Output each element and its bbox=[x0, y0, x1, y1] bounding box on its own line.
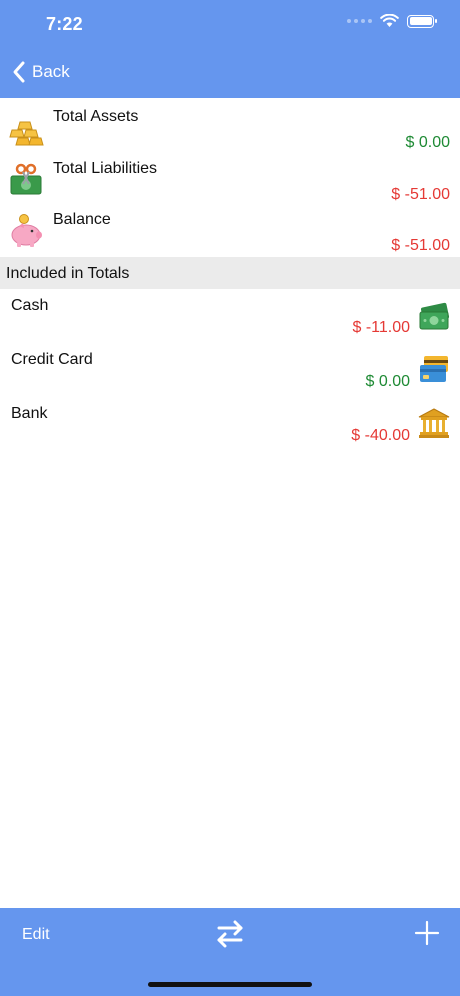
summary-balance: Balance $ -51.00 bbox=[0, 205, 460, 257]
wifi-icon bbox=[380, 14, 399, 27]
status-time: 7:22 bbox=[46, 14, 83, 34]
section-header: Included in Totals bbox=[0, 257, 460, 289]
account-balance: $ -40.00 bbox=[351, 427, 410, 444]
credit-card-icon bbox=[420, 356, 448, 382]
edit-button[interactable]: Edit bbox=[22, 926, 50, 944]
back-button[interactable]: Back bbox=[12, 60, 70, 84]
gold-bars-icon bbox=[9, 121, 44, 146]
summary-label: Total Liabilities bbox=[53, 160, 158, 177]
piggy-bank-icon bbox=[11, 214, 42, 247]
add-icon[interactable] bbox=[414, 920, 440, 946]
account-balance: $ 0.00 bbox=[365, 373, 410, 390]
home-indicator bbox=[148, 982, 312, 987]
account-name: Bank bbox=[11, 405, 48, 422]
status-icons bbox=[347, 14, 437, 28]
account-row-bank[interactable]: Bank $ -40.00 bbox=[0, 397, 460, 451]
chevron-left-icon bbox=[13, 61, 25, 83]
accounts-screen: 7:22 Back Total Assets $ 0.00 Total Liab… bbox=[0, 0, 460, 996]
summary-value: $ -51.00 bbox=[391, 186, 450, 203]
summary-total-assets: Total Assets $ 0.00 bbox=[0, 102, 460, 154]
back-label: Back bbox=[32, 62, 70, 81]
summary-value: $ 0.00 bbox=[405, 134, 450, 151]
account-row-cash[interactable]: Cash $ -11.00 bbox=[0, 289, 460, 343]
account-name: Credit Card bbox=[11, 351, 93, 368]
account-row-credit-card[interactable]: Credit Card $ 0.00 bbox=[0, 343, 460, 397]
cut-money-icon bbox=[10, 163, 42, 195]
account-name: Cash bbox=[11, 297, 49, 314]
bank-icon bbox=[418, 408, 450, 438]
transfer-icon[interactable] bbox=[215, 920, 245, 948]
battery-icon bbox=[407, 14, 437, 28]
summary-value: $ -51.00 bbox=[391, 237, 450, 254]
account-balance: $ -11.00 bbox=[352, 319, 410, 336]
section-title: Included in Totals bbox=[6, 265, 130, 282]
summary-total-liabilities: Total Liabilities $ -51.00 bbox=[0, 154, 460, 206]
summary-label: Balance bbox=[53, 211, 111, 228]
summary-label: Total Assets bbox=[53, 108, 139, 125]
cash-icon bbox=[419, 302, 450, 330]
nav-header: 7:22 Back bbox=[0, 0, 460, 98]
cellular-signal-icon bbox=[347, 19, 372, 23]
bottom-toolbar: Edit bbox=[0, 908, 460, 996]
